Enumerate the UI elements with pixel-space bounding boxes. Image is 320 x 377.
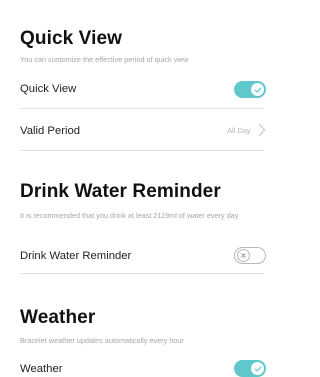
- divider: [20, 150, 264, 151]
- quick-view-toggle[interactable]: [234, 81, 266, 98]
- weather-description: Bracelet weather updates automatically e…: [20, 336, 184, 345]
- drink-water-label: Drink Water Reminder: [20, 250, 132, 262]
- weather-section-title: Weather: [20, 307, 96, 328]
- check-icon: [254, 366, 261, 372]
- x-icon: [241, 253, 246, 258]
- toggle-knob: [251, 83, 264, 96]
- settings-page: Quick View You can customize the effecti…: [0, 0, 278, 377]
- weather-label: Weather: [20, 363, 63, 375]
- valid-period-label: Valid Period: [20, 125, 81, 137]
- quick-view-description: You can customize the effective period o…: [20, 55, 189, 64]
- toggle-knob: [251, 362, 264, 375]
- drink-water-toggle[interactable]: [234, 247, 266, 264]
- quick-view-section-title: Quick View: [20, 28, 123, 49]
- chevron-right-icon: [258, 123, 266, 137]
- divider: [20, 273, 264, 274]
- check-icon: [254, 87, 261, 93]
- quick-view-label: Quick View: [20, 83, 77, 95]
- weather-toggle[interactable]: [234, 360, 266, 377]
- divider: [20, 108, 264, 109]
- valid-period-value: All Day: [227, 126, 251, 135]
- drink-water-description: It is recommended that you drink at leas…: [20, 211, 239, 220]
- toggle-knob: [237, 249, 250, 262]
- drink-water-section-title: Drink Water Reminder: [20, 181, 221, 202]
